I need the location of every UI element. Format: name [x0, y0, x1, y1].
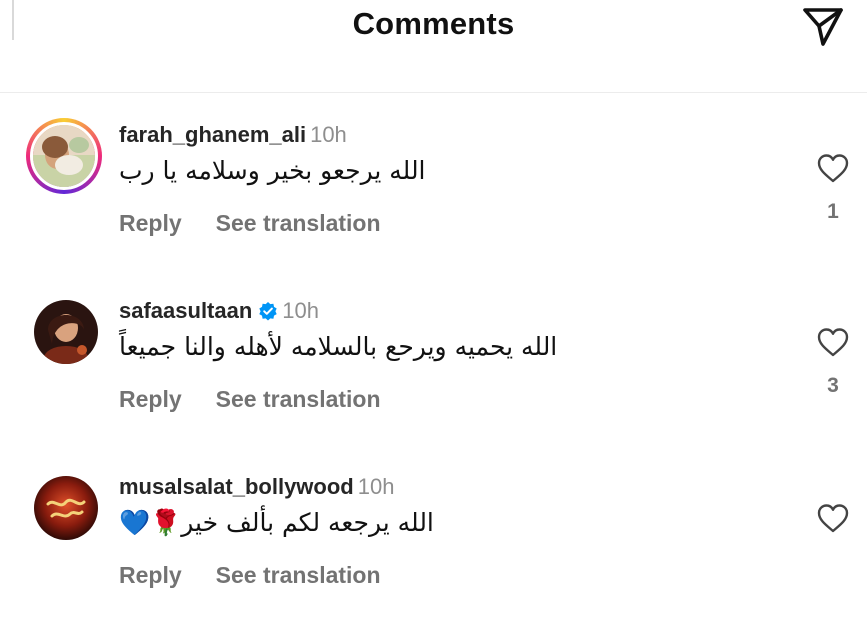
- like-count: 1: [827, 200, 839, 223]
- timestamp: 10h: [310, 122, 347, 147]
- verified-badge-icon: [259, 302, 277, 321]
- comment-text: الله يرجعو بخير وسلامه يا رب: [119, 156, 426, 185]
- timestamp: 10h: [357, 474, 395, 499]
- like-area: 1: [815, 152, 851, 224]
- username[interactable]: farah_ghanem_ali: [119, 122, 306, 147]
- avatar-container[interactable]: [26, 470, 102, 546]
- username[interactable]: musalsalat_bollywood: [119, 474, 354, 499]
- heart-outline-icon[interactable]: [816, 326, 850, 360]
- comment-meta: farah_ghanem_ali 10h: [119, 122, 347, 148]
- paper-plane-icon: [803, 8, 843, 46]
- comment-actions: Reply See translation: [119, 210, 381, 237]
- heart-outline-icon[interactable]: [816, 502, 850, 536]
- comment-actions: Reply See translation: [119, 386, 381, 413]
- reply-button[interactable]: Reply: [119, 386, 182, 412]
- comment-item: farah_ghanem_ali 10h الله يرجعو بخير وسلا…: [0, 118, 867, 288]
- heart-outline-icon[interactable]: [816, 152, 850, 186]
- like-area: 3: [815, 326, 851, 398]
- avatar: [30, 122, 98, 190]
- avatar: [34, 300, 98, 364]
- like-count: 3: [827, 374, 839, 397]
- comments-header: Comments: [0, 0, 867, 93]
- avatar-with-story-ring[interactable]: [26, 118, 102, 194]
- username[interactable]: safaasultaan: [119, 298, 252, 323]
- avatar-container[interactable]: [26, 294, 102, 370]
- comment-item: musalsalat_bollywood 10h الله يرجعه لكم ب…: [0, 470, 867, 640]
- share-button[interactable]: [799, 2, 847, 50]
- comment-item: safaasultaan 10h الله يحميه ويرحع بالسلا…: [0, 294, 867, 464]
- comment-meta: musalsalat_bollywood 10h: [119, 474, 394, 500]
- see-translation-button[interactable]: See translation: [216, 210, 381, 236]
- comment-text: الله يحميه ويرحع بالسلامه لأهله والنا جم…: [119, 332, 558, 361]
- timestamp: 10h: [282, 298, 320, 323]
- comment-text: الله يرجعه لكم بألف خير🌹💙: [119, 508, 434, 537]
- avatar: [34, 476, 98, 540]
- comment-meta: safaasultaan 10h: [119, 298, 319, 324]
- page-title: Comments: [352, 6, 515, 41]
- reply-button[interactable]: Reply: [119, 562, 182, 588]
- like-area: [815, 502, 851, 536]
- see-translation-button[interactable]: See translation: [216, 386, 381, 412]
- see-translation-button[interactable]: See translation: [216, 562, 381, 588]
- comment-actions: Reply See translation: [119, 562, 381, 589]
- reply-button[interactable]: Reply: [119, 210, 182, 236]
